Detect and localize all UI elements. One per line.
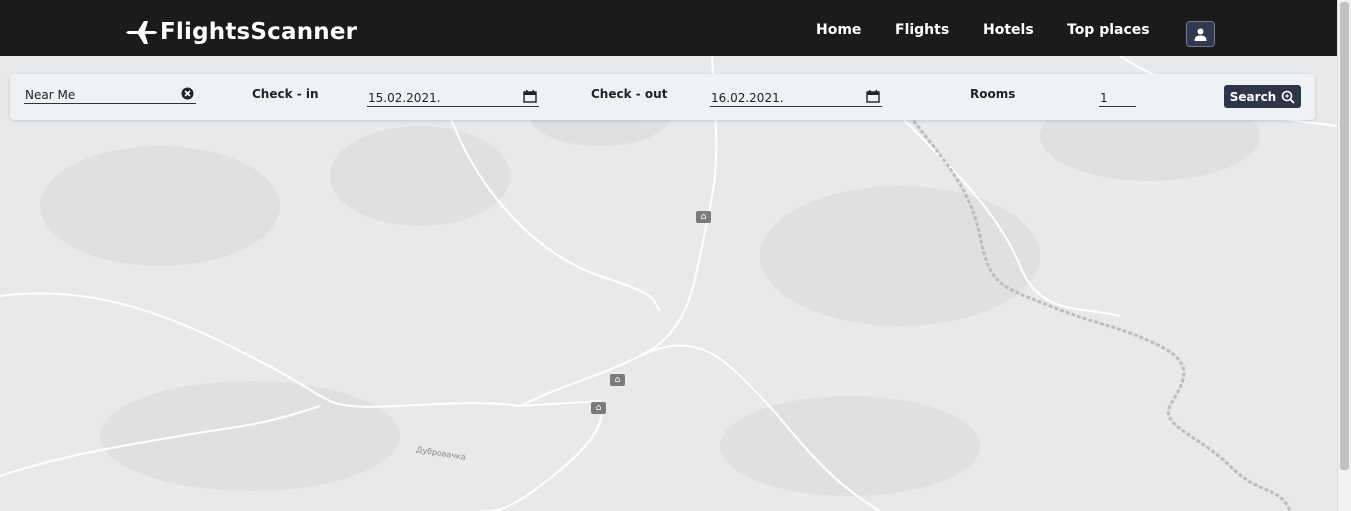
- brand-name: FlightsScanner: [160, 19, 358, 45]
- airplane-icon: [126, 21, 157, 44]
- search-icon: [1281, 90, 1295, 104]
- location-input[interactable]: Near Me: [24, 84, 196, 104]
- rooms-label: Rooms: [970, 87, 1016, 101]
- checkin-label: Check - in: [252, 87, 319, 101]
- navbar: FlightsScanner Home Flights Hotels Top p…: [0, 0, 1337, 56]
- brand-logo[interactable]: FlightsScanner: [126, 19, 357, 45]
- clear-icon[interactable]: [181, 87, 194, 103]
- nav-hotels[interactable]: Hotels: [983, 22, 1034, 38]
- rooms-value: 1: [1100, 91, 1108, 105]
- search-button-label: Search: [1229, 89, 1277, 104]
- hotel-pin-icon[interactable]: ⌂: [610, 374, 625, 386]
- user-account-button[interactable]: [1186, 21, 1215, 47]
- map-view[interactable]: ⌂ ⌂ ⌂ Дубровачка: [0, 56, 1337, 511]
- calendar-icon[interactable]: [523, 90, 537, 106]
- nav-top-places[interactable]: Top places: [1067, 22, 1150, 38]
- checkin-value: 15.02.2021.: [368, 91, 441, 105]
- location-value: Near Me: [25, 88, 76, 102]
- rooms-input[interactable]: 1: [1099, 87, 1136, 107]
- user-icon: [1194, 28, 1207, 41]
- scrollbar-thumb[interactable]: [1340, 2, 1349, 470]
- hotel-pin-icon[interactable]: ⌂: [696, 211, 711, 223]
- search-button[interactable]: Search: [1224, 85, 1301, 108]
- nav-flights[interactable]: Flights: [895, 22, 949, 38]
- nav-home[interactable]: Home: [816, 22, 861, 38]
- checkin-date-input[interactable]: 15.02.2021.: [367, 87, 539, 107]
- checkout-value: 16.02.2021.: [711, 91, 784, 105]
- checkout-date-input[interactable]: 16.02.2021.: [710, 87, 882, 107]
- map-roads: [0, 56, 1337, 511]
- hotel-pin-icon[interactable]: ⌂: [591, 402, 606, 414]
- calendar-icon[interactable]: [866, 90, 880, 106]
- page-scrollbar[interactable]: [1337, 0, 1351, 511]
- checkout-label: Check - out: [591, 87, 668, 101]
